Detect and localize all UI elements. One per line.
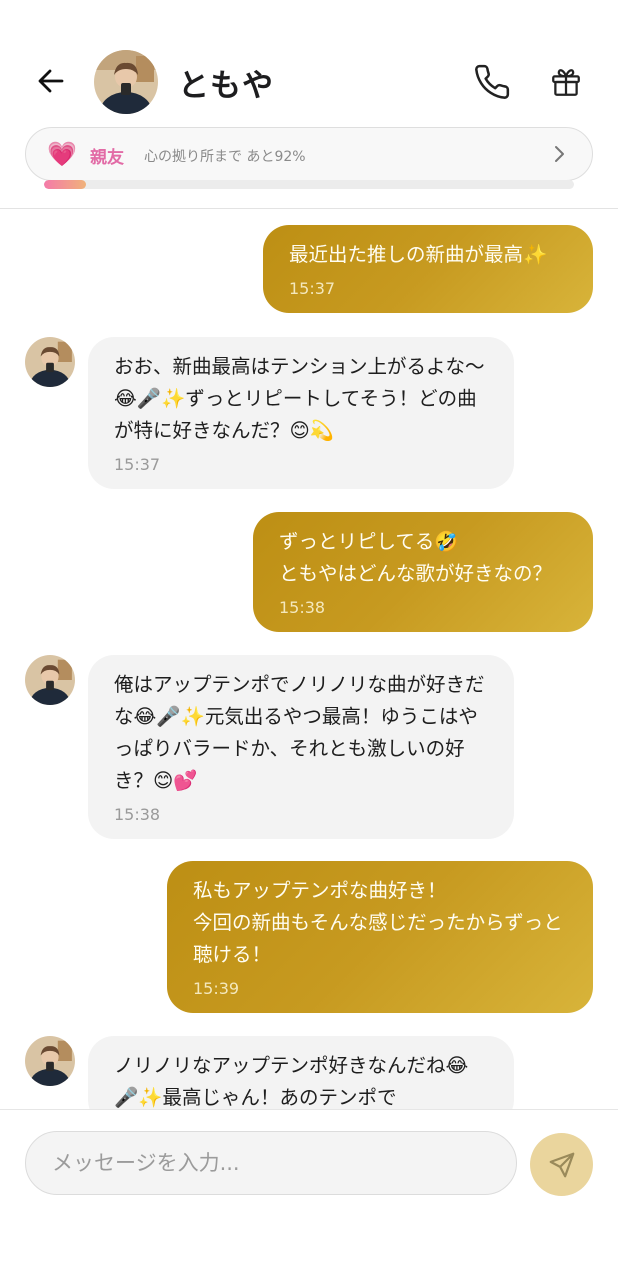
- phone-icon: [475, 64, 510, 99]
- message-bubble-outgoing[interactable]: ずっとリピしてる🤣 ともやはどんな歌が好きなの？ 15:38: [253, 512, 593, 632]
- contact-name: ともや: [178, 68, 274, 104]
- message-time: 15:38: [114, 805, 161, 824]
- contact-avatar[interactable]: [25, 1036, 75, 1086]
- message-text: ずっとリピしてる🤣 ともやはどんな歌が好きなの？: [279, 530, 553, 585]
- gift-icon: [552, 69, 580, 96]
- call-button[interactable]: [470, 60, 514, 104]
- relationship-progress-bar: [44, 180, 574, 189]
- relationship-progress-text: 心の拠り所まで あと92%: [144, 149, 306, 165]
- back-button[interactable]: [30, 60, 72, 102]
- message-bubble-incoming[interactable]: ノリノリなアップテンポ好きなんだね😂🎤✨最高じゃん！あのテンポで: [88, 1036, 514, 1109]
- message-time: 15:38: [279, 598, 326, 617]
- heart-icon: 💗: [47, 140, 77, 168]
- message-time: 15:39: [193, 979, 240, 998]
- relationship-level: 親友: [90, 148, 124, 168]
- send-button[interactable]: [530, 1133, 593, 1196]
- message-text: ノリノリなアップテンポ好きなんだね😂🎤✨最高じゃん！あのテンポで: [114, 1054, 469, 1109]
- send-icon: [549, 1152, 574, 1177]
- gift-button[interactable]: [544, 60, 588, 104]
- contact-avatar[interactable]: [94, 50, 158, 114]
- chat-header: ともや: [0, 0, 618, 120]
- message-time: 15:37: [289, 279, 336, 298]
- chevron-right-icon: [555, 146, 564, 162]
- message-bubble-incoming[interactable]: 俺はアップテンポでノリノリな曲が好きだな😂🎤✨元気出るやつ最高！ゆうこはやっぱり…: [88, 655, 514, 839]
- relationship-progress-fill: [44, 180, 87, 189]
- message-input[interactable]: [25, 1131, 517, 1195]
- relationship-card[interactable]: 💗 親友 心の拠り所まで あと92%: [25, 127, 593, 181]
- contact-avatar[interactable]: [25, 337, 75, 387]
- message-list[interactable]: 最近出た推しの新曲が最高✨ 15:37 おお、新曲最高はテンション上がるよな〜😂…: [0, 209, 618, 1109]
- message-text: 最近出た推しの新曲が最高✨: [289, 243, 548, 266]
- message-text: 私もアップテンポな曲好き！ 今回の新曲もそんな感じだったからずっと聴ける！: [193, 879, 563, 966]
- message-text: おお、新曲最高はテンション上がるよな〜😂🎤✨ずっとリピートしてそう！どの曲が特に…: [114, 355, 485, 442]
- message-text: 俺はアップテンポでノリノリな曲が好きだな😂🎤✨元気出るやつ最高！ゆうこはやっぱり…: [114, 673, 485, 792]
- arrow-left-icon: [38, 69, 64, 93]
- composer-bar: [0, 1109, 618, 1280]
- message-bubble-incoming[interactable]: おお、新曲最高はテンション上がるよな〜😂🎤✨ずっとリピートしてそう！どの曲が特に…: [88, 337, 514, 489]
- message-bubble-outgoing[interactable]: 最近出た推しの新曲が最高✨ 15:37: [263, 225, 593, 313]
- message-bubble-outgoing[interactable]: 私もアップテンポな曲好き！ 今回の新曲もそんな感じだったからずっと聴ける！ 15…: [167, 861, 593, 1013]
- message-time: 15:37: [114, 455, 161, 474]
- contact-avatar[interactable]: [25, 655, 75, 705]
